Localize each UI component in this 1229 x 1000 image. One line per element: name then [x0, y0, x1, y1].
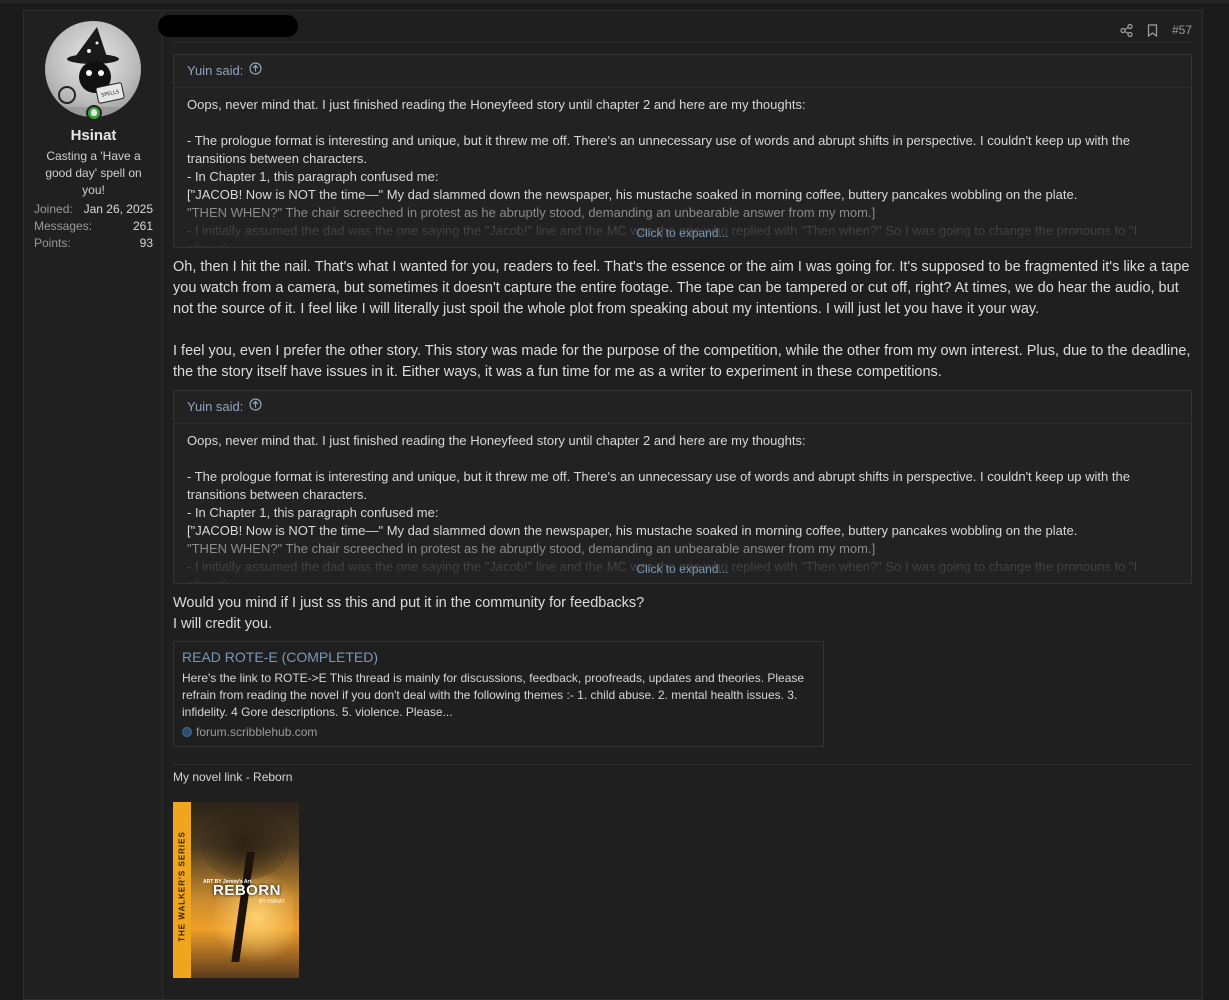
- stat-label: Joined:: [34, 202, 73, 216]
- avatar-container[interactable]: SPELLS: [45, 21, 141, 121]
- scribblehub-favicon-icon: [182, 727, 192, 737]
- quote-header: Yuin said:: [174, 391, 1191, 424]
- user-stats: Joined: Jan 26, 2025 Messages: 261 Point…: [34, 201, 153, 252]
- quote-body: Oops, never mind that. I just finished r…: [174, 88, 1191, 247]
- post-tools: #57: [1120, 21, 1192, 39]
- redaction-block: [158, 15, 298, 37]
- user-title: Casting a 'Have a good day' spell on you…: [45, 149, 142, 197]
- signature-text[interactable]: My novel link - Reborn: [173, 770, 292, 784]
- quote-block: Yuin said: Oops, never mind that. I just…: [173, 54, 1192, 248]
- reply-line: I will credit you.: [173, 616, 273, 632]
- wizard-cat-avatar-icon: SPELLS: [58, 27, 129, 117]
- arrow-up-circle-icon[interactable]: [249, 55, 262, 87]
- quote-block: Yuin said: Oops, never mind that. I just…: [173, 390, 1192, 584]
- stat-points: Points: 93: [34, 235, 153, 252]
- reply-line: Would you mind if I just ss this and put…: [173, 595, 645, 611]
- post-number-link[interactable]: #57: [1172, 23, 1192, 37]
- quote-line: - In Chapter 1, this paragraph confused …: [187, 169, 439, 184]
- online-status-icon: [86, 105, 102, 121]
- stat-label: Points:: [34, 236, 71, 250]
- cover-series: THE WALKER'S SERIES: [177, 831, 187, 942]
- cover-author: BY HSINAT: [259, 899, 285, 905]
- quote-line: - In Chapter 1, this paragraph confused …: [187, 505, 439, 520]
- reply-paragraph: Oh, then I hit the nail. That's what I w…: [173, 259, 1190, 317]
- quote-line: - The prologue format is interesting and…: [187, 469, 1130, 502]
- reply-paragraph: I feel you, even I prefer the other stor…: [173, 343, 1191, 380]
- stat-value: Jan 26, 2025: [83, 202, 153, 216]
- top-bar: [0, 0, 1229, 3]
- header-divider: [173, 42, 1192, 43]
- quote-body: Oops, never mind that. I just finished r…: [174, 424, 1191, 583]
- quote-author-link[interactable]: Yuin said:: [187, 55, 243, 87]
- link-preview-card[interactable]: READ ROTE-E (COMPLETED) Here's the link …: [173, 641, 824, 747]
- bookmark-icon[interactable]: [1147, 23, 1158, 37]
- novel-cover-image[interactable]: THE WALKER'S SERIES ART BY Jersey's Art …: [173, 802, 299, 978]
- quote-author-link[interactable]: Yuin said:: [187, 391, 243, 423]
- quote-line: ["JACOB! Now is NOT the time—" My dad sl…: [187, 523, 1078, 538]
- stat-value: 93: [139, 236, 153, 250]
- quote-header: Yuin said:: [174, 55, 1191, 88]
- link-preview-domain: forum.scribblehub.com: [196, 725, 318, 739]
- stat-messages: Messages: 261: [34, 218, 153, 235]
- username[interactable]: Hsinat: [24, 127, 163, 144]
- link-preview-description: Here's the link to ROTE->E This thread i…: [182, 671, 805, 719]
- link-preview-title[interactable]: READ ROTE-E (COMPLETED): [182, 648, 815, 666]
- quote-line: - The prologue format is interesting and…: [187, 133, 1130, 166]
- click-to-expand-link[interactable]: Click to expand...: [174, 226, 1191, 240]
- stat-joined: Joined: Jan 26, 2025: [34, 201, 153, 218]
- forum-post: SPELLS Hsinat Casting a 'Have a good day…: [23, 10, 1203, 1000]
- signature-divider: [173, 764, 1192, 765]
- link-preview-site: forum.scribblehub.com: [182, 725, 815, 739]
- cover-title: REBORN: [213, 882, 282, 899]
- stat-value: 261: [132, 219, 153, 233]
- user-info-panel: SPELLS Hsinat Casting a 'Have a good day…: [24, 11, 163, 999]
- share-icon[interactable]: [1120, 23, 1133, 37]
- reply-message-1: Oh, then I hit the nail. That's what I w…: [173, 257, 1192, 383]
- quote-line: Oops, never mind that. I just finished r…: [187, 97, 806, 112]
- cover-series-stripe: THE WALKER'S SERIES: [173, 802, 191, 978]
- post-content: #57 Yuin said: Oops, never mind that. I …: [158, 11, 1192, 999]
- avatar[interactable]: SPELLS: [45, 21, 141, 117]
- stat-label: Messages:: [34, 219, 93, 233]
- arrow-up-circle-icon[interactable]: [249, 391, 262, 423]
- click-to-expand-link[interactable]: Click to expand...: [174, 562, 1191, 576]
- quote-line: ["JACOB! Now is NOT the time—" My dad sl…: [187, 187, 1078, 202]
- quote-line: Oops, never mind that. I just finished r…: [187, 433, 806, 448]
- reply-message-2: Would you mind if I just ss this and put…: [173, 593, 1192, 635]
